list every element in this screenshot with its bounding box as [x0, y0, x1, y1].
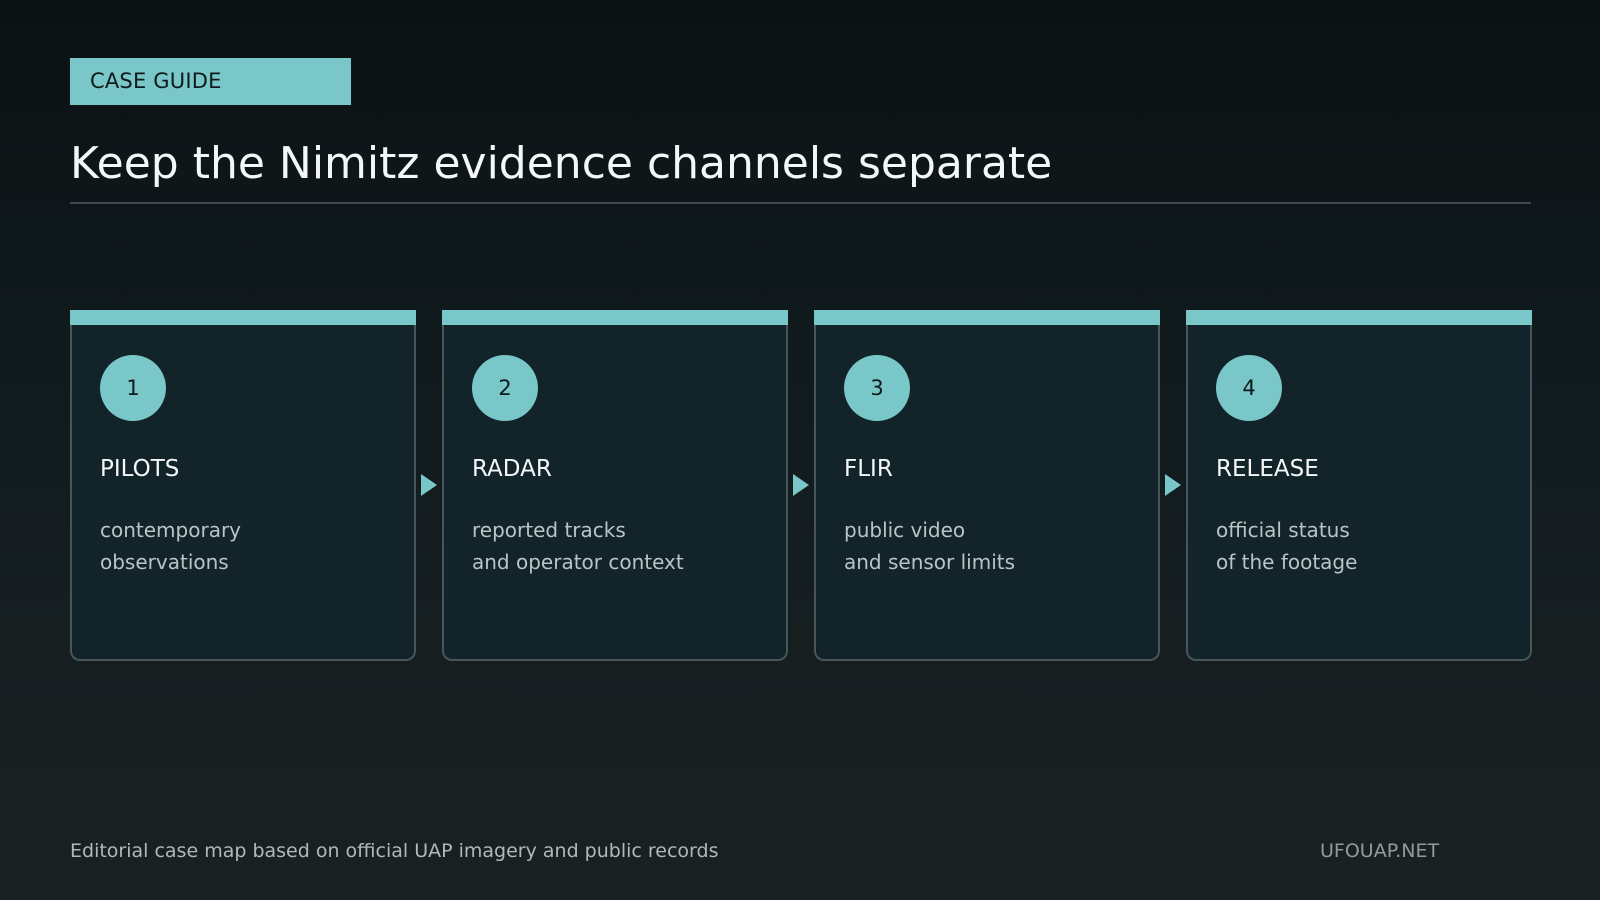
footer-note: Editorial case map based on official UAP… — [70, 840, 719, 862]
step-title: RADAR — [472, 456, 552, 482]
step-card-radar: 2 RADAR reported tracks and operator con… — [442, 310, 788, 661]
step-description: contemporary observations — [100, 514, 400, 578]
step-title: FLIR — [844, 456, 893, 482]
arrow-right-icon — [793, 474, 809, 496]
step-description: public video and sensor limits — [844, 514, 1144, 578]
footer-brand: UFOUAP.NET — [1320, 840, 1440, 862]
card-accent-bar — [70, 310, 416, 325]
card-accent-bar — [814, 310, 1160, 325]
step-description-line: and sensor limits — [844, 550, 1016, 574]
step-description: official status of the footage — [1216, 514, 1516, 578]
title-divider — [70, 202, 1531, 204]
card-accent-bar — [442, 310, 788, 325]
step-number-badge: 2 — [472, 355, 538, 421]
step-card-release: 4 RELEASE official status of the footage — [1186, 310, 1532, 661]
arrow-right-icon — [1165, 474, 1181, 496]
case-guide-tag: CASE GUIDE — [70, 58, 351, 105]
step-number-badge: 4 — [1216, 355, 1282, 421]
step-description-line: observations — [100, 550, 229, 574]
step-description-line: contemporary — [100, 518, 242, 542]
step-number-badge: 3 — [844, 355, 910, 421]
card-accent-bar — [1186, 310, 1532, 325]
step-title: RELEASE — [1216, 456, 1319, 482]
step-card-flir: 3 FLIR public video and sensor limits — [814, 310, 1160, 661]
step-description-line: and operator context — [472, 550, 684, 574]
step-card-pilots: 1 PILOTS contemporary observations — [70, 310, 416, 661]
step-description: reported tracks and operator context — [472, 514, 772, 578]
page-title: Keep the Nimitz evidence channels separa… — [70, 138, 1053, 189]
step-number-badge: 1 — [100, 355, 166, 421]
step-title: PILOTS — [100, 456, 180, 482]
step-description-line: official status — [1216, 518, 1350, 542]
arrow-right-icon — [421, 474, 437, 496]
step-description-line: reported tracks — [472, 518, 626, 542]
step-description-line: public video — [844, 518, 966, 542]
step-description-line: of the footage — [1216, 550, 1358, 574]
